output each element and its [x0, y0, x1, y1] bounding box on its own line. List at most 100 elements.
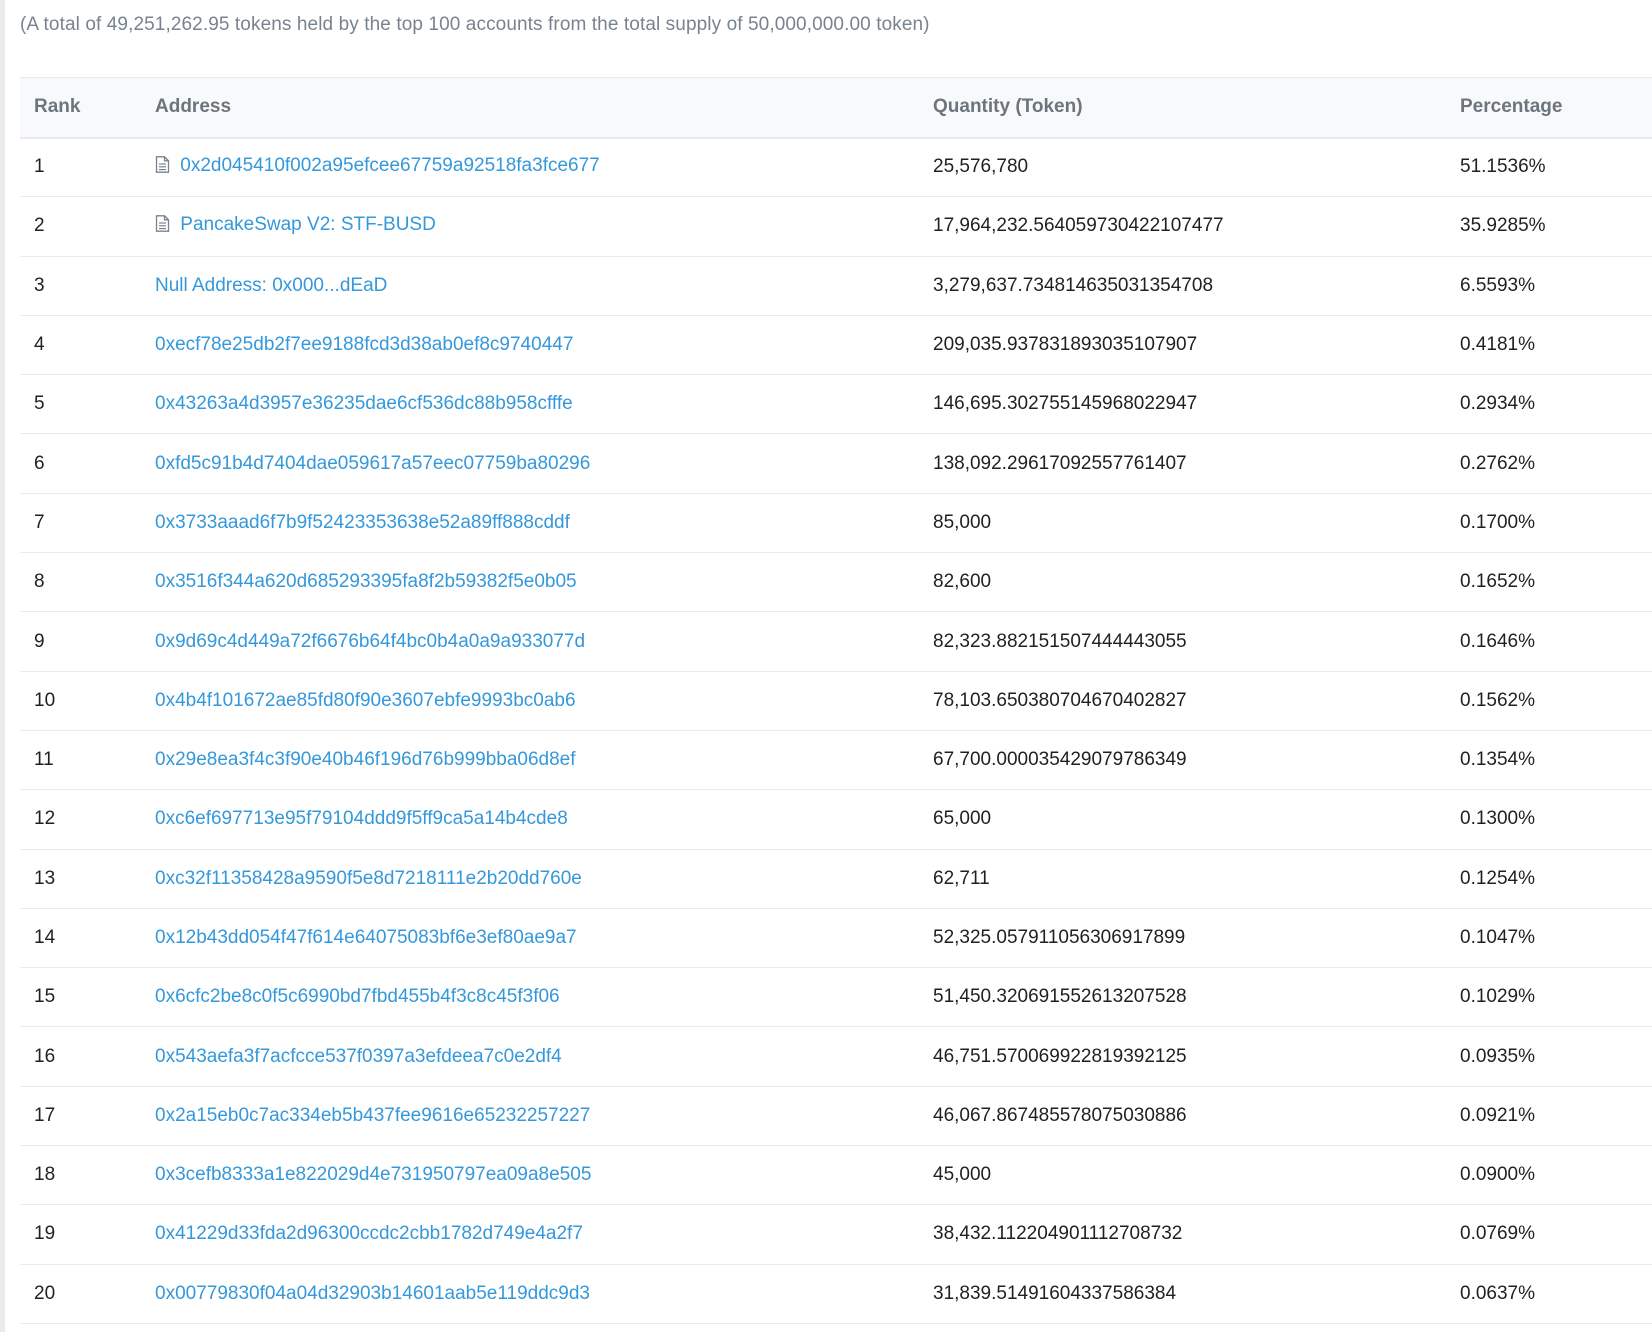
quantity-column-header: Quantity (Token) — [919, 77, 1446, 139]
rank-cell: 10 — [20, 671, 141, 731]
table-row: 15 0x6cfc2be8c0f5c6990bd7fbd455b4f3c8c45… — [20, 967, 1652, 1028]
table-row: 14 0x12b43dd054f47f614e64075083bf6e3ef80… — [20, 908, 1652, 969]
address-link[interactable]: 0xfd5c91b4d7404dae059617a57eec07759ba802… — [155, 453, 590, 474]
quantity-cell: 17,964,232.564059730422107477 — [919, 196, 1446, 257]
address-cell: 0xecf78e25db2f7ee9188fcd3d38ab0ef8c97404… — [141, 315, 919, 376]
address-link[interactable]: Null Address: 0x000...dEaD — [155, 275, 387, 296]
quantity-cell: 67,700.000035429079786349 — [919, 730, 1446, 791]
percentage-cell: 0.1700% — [1446, 493, 1652, 554]
address-link[interactable]: 0x3cefb8333a1e822029d4e731950797ea09a8e5… — [155, 1164, 591, 1185]
table-row: 10 0x4b4f101672ae85fd80f90e3607ebfe9993b… — [20, 671, 1652, 731]
address-cell: 0x29e8ea3f4c3f90e40b46f196d76b999bba06d8… — [141, 730, 919, 791]
address-link[interactable]: PancakeSwap V2: STF-BUSD — [180, 214, 436, 235]
rank-cell: 1 — [20, 137, 141, 198]
percentage-cell: 0.1029% — [1446, 967, 1652, 1028]
table-row: 1 0x2d045410f002a95efcee67759a92518fa3fc… — [20, 137, 1652, 198]
rank-cell: 20 — [20, 1264, 141, 1324]
contract-file-icon — [155, 215, 170, 238]
quantity-cell: 51,450.320691552613207528 — [919, 967, 1446, 1028]
table-row: 5 0x43263a4d3957e36235dae6cf536dc88b958c… — [20, 374, 1652, 435]
table-row: 7 0x3733aaad6f7b9f52423353638e52a89ff888… — [20, 493, 1652, 554]
left-border — [0, 0, 5, 1332]
holders-table: Rank Address Quantity (Token) Percentage… — [20, 77, 1652, 1324]
address-link[interactable]: 0x00779830f04a04d32903b14601aab5e119ddc9… — [155, 1283, 590, 1304]
percentage-cell: 0.0935% — [1446, 1026, 1652, 1087]
quantity-cell: 146,695.302755145968022947 — [919, 374, 1446, 435]
percentage-cell: 0.0921% — [1446, 1086, 1652, 1147]
address-cell: 0x3cefb8333a1e822029d4e731950797ea09a8e5… — [141, 1145, 919, 1206]
address-link[interactable]: 0x3516f344a620d685293395fa8f2b59382f5e0b… — [155, 571, 577, 592]
percentage-cell: 0.2934% — [1446, 374, 1652, 435]
address-link[interactable]: 0x12b43dd054f47f614e64075083bf6e3ef80ae9… — [155, 927, 577, 948]
quantity-cell: 38,432.112204901112708732 — [919, 1204, 1446, 1265]
table-row: 12 0xc6ef697713e95f79104ddd9f5ff9ca5a14b… — [20, 789, 1652, 850]
quantity-cell: 62,711 — [919, 849, 1446, 909]
address-cell: 0x43263a4d3957e36235dae6cf536dc88b958cff… — [141, 374, 919, 435]
percentage-column-header: Percentage — [1446, 77, 1652, 139]
table-row: 4 0xecf78e25db2f7ee9188fcd3d38ab0ef8c974… — [20, 315, 1652, 376]
quantity-cell: 52,325.057911056306917899 — [919, 908, 1446, 969]
rank-cell: 11 — [20, 730, 141, 791]
header-row: Rank Address Quantity (Token) Percentage — [20, 77, 1652, 139]
address-cell: 0x6cfc2be8c0f5c6990bd7fbd455b4f3c8c45f3f… — [141, 967, 919, 1028]
percentage-cell: 6.5593% — [1446, 256, 1652, 316]
table-row: 19 0x41229d33fda2d96300ccdc2cbb1782d749e… — [20, 1204, 1652, 1265]
quantity-cell: 82,600 — [919, 552, 1446, 613]
address-link[interactable]: 0x543aefa3f7acfcce537f0397a3efdeea7c0e2d… — [155, 1046, 562, 1067]
rank-cell: 9 — [20, 611, 141, 672]
percentage-cell: 0.0769% — [1446, 1204, 1652, 1265]
address-link[interactable]: 0x2d045410f002a95efcee67759a92518fa3fce6… — [180, 155, 599, 176]
holders-summary: (A total of 49,251,262.95 tokens held by… — [20, 14, 930, 35]
address-link[interactable]: 0xc32f11358428a9590f5e8d7218111e2b20dd76… — [155, 868, 582, 889]
address-link[interactable]: 0x43263a4d3957e36235dae6cf536dc88b958cff… — [155, 393, 573, 414]
address-cell: 0x2d045410f002a95efcee67759a92518fa3fce6… — [141, 137, 919, 198]
rank-cell: 18 — [20, 1145, 141, 1206]
percentage-cell: 0.4181% — [1446, 315, 1652, 376]
quantity-cell: 3,279,637.734814635031354708 — [919, 256, 1446, 316]
address-cell: 0xc32f11358428a9590f5e8d7218111e2b20dd76… — [141, 849, 919, 909]
address-cell: 0x12b43dd054f47f614e64075083bf6e3ef80ae9… — [141, 908, 919, 969]
percentage-cell: 0.1047% — [1446, 908, 1652, 969]
percentage-cell: 0.0637% — [1446, 1264, 1652, 1324]
quantity-cell: 138,092.29617092557761407 — [919, 433, 1446, 494]
rank-cell: 4 — [20, 315, 141, 376]
rank-column-header: Rank — [20, 77, 141, 139]
table-row: 18 0x3cefb8333a1e822029d4e731950797ea09a… — [20, 1145, 1652, 1206]
address-cell: 0x9d69c4d449a72f6676b64f4bc0b4a0a9a93307… — [141, 611, 919, 672]
address-link[interactable]: 0x41229d33fda2d96300ccdc2cbb1782d749e4a2… — [155, 1223, 583, 1244]
quantity-cell: 46,751.570069922819392125 — [919, 1026, 1446, 1087]
address-link[interactable]: 0xecf78e25db2f7ee9188fcd3d38ab0ef8c97404… — [155, 334, 573, 355]
quantity-cell: 65,000 — [919, 789, 1446, 850]
address-cell: 0x3516f344a620d685293395fa8f2b59382f5e0b… — [141, 552, 919, 613]
rank-cell: 14 — [20, 908, 141, 969]
table-row: 9 0x9d69c4d449a72f6676b64f4bc0b4a0a9a933… — [20, 611, 1652, 672]
address-cell: 0x00779830f04a04d32903b14601aab5e119ddc9… — [141, 1264, 919, 1324]
rank-cell: 16 — [20, 1026, 141, 1087]
address-cell: 0xfd5c91b4d7404dae059617a57eec07759ba802… — [141, 433, 919, 494]
table-row: 13 0xc32f11358428a9590f5e8d7218111e2b20d… — [20, 849, 1652, 909]
address-link[interactable]: 0x3733aaad6f7b9f52423353638e52a89ff888cd… — [155, 512, 570, 533]
quantity-cell: 31,839.51491604337586384 — [919, 1264, 1446, 1324]
address-cell: 0x543aefa3f7acfcce537f0397a3efdeea7c0e2d… — [141, 1026, 919, 1087]
table-row: 16 0x543aefa3f7acfcce537f0397a3efdeea7c0… — [20, 1026, 1652, 1087]
address-cell: Null Address: 0x000...dEaD — [141, 256, 919, 316]
address-link[interactable]: 0xc6ef697713e95f79104ddd9f5ff9ca5a14b4cd… — [155, 808, 568, 829]
table-row: 6 0xfd5c91b4d7404dae059617a57eec07759ba8… — [20, 433, 1652, 494]
rank-cell: 8 — [20, 552, 141, 613]
table-row: 3 Null Address: 0x000...dEaD 3,279,637.7… — [20, 256, 1652, 316]
address-link[interactable]: 0x29e8ea3f4c3f90e40b46f196d76b999bba06d8… — [155, 749, 576, 770]
address-link[interactable]: 0x6cfc2be8c0f5c6990bd7fbd455b4f3c8c45f3f… — [155, 986, 560, 1007]
quantity-cell: 82,323.882151507444443055 — [919, 611, 1446, 672]
address-link[interactable]: 0x4b4f101672ae85fd80f90e3607ebfe9993bc0a… — [155, 690, 576, 711]
address-cell: 0xc6ef697713e95f79104ddd9f5ff9ca5a14b4cd… — [141, 789, 919, 850]
rank-cell: 2 — [20, 196, 141, 257]
address-link[interactable]: 0x2a15eb0c7ac334eb5b437fee9616e652322572… — [155, 1105, 590, 1126]
address-link[interactable]: 0x9d69c4d449a72f6676b64f4bc0b4a0a9a93307… — [155, 631, 585, 652]
rank-cell: 15 — [20, 967, 141, 1028]
address-column-header: Address — [141, 77, 919, 139]
quantity-cell: 78,103.650380704670402827 — [919, 671, 1446, 731]
table-row: 17 0x2a15eb0c7ac334eb5b437fee9616e652322… — [20, 1086, 1652, 1147]
percentage-cell: 0.1300% — [1446, 789, 1652, 850]
quantity-cell: 46,067.867485578075030886 — [919, 1086, 1446, 1147]
table-row: 20 0x00779830f04a04d32903b14601aab5e119d… — [20, 1264, 1652, 1324]
